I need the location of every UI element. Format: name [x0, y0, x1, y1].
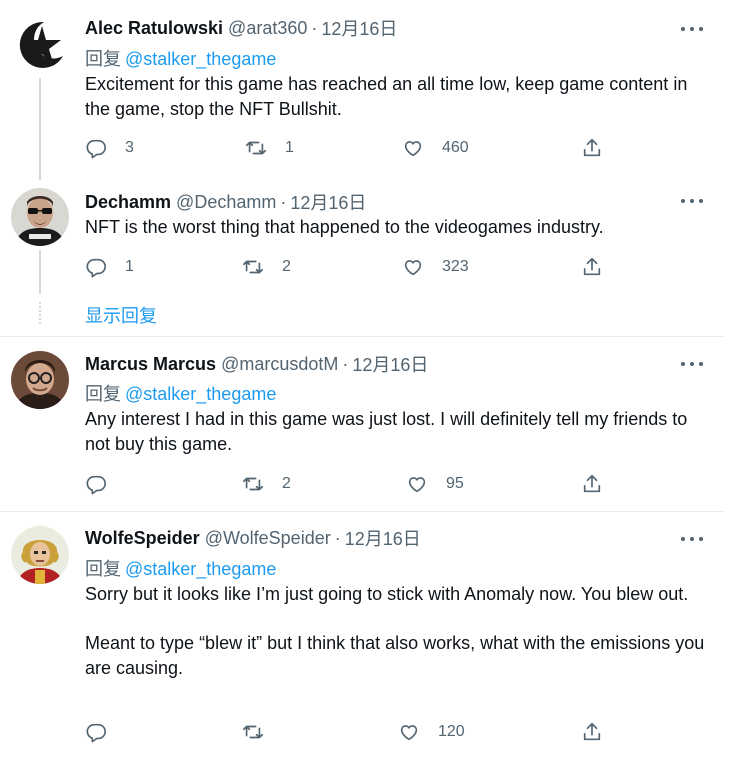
- tweet[interactable]: Dechamm @Dechamm · 12月16日 NFT is the wor…: [0, 178, 740, 334]
- retweet-count: 2: [282, 258, 291, 275]
- star-logo-icon: [11, 16, 69, 74]
- reply-count: 1: [125, 258, 134, 275]
- like-button[interactable]: 120: [398, 719, 465, 745]
- heart-icon: [404, 141, 422, 157]
- retweet-button[interactable]: [242, 719, 282, 745]
- retweet-count: 1: [285, 139, 294, 156]
- reply-button[interactable]: 3: [85, 135, 134, 161]
- tweet-actions: 2 95: [85, 471, 615, 497]
- reply-context: 回复 @stalker_thegame: [85, 380, 276, 406]
- author-name[interactable]: Marcus Marcus: [85, 354, 216, 375]
- reply-button[interactable]: 1: [85, 254, 134, 280]
- reply-icon: [86, 723, 106, 743]
- author-name[interactable]: Dechamm: [85, 192, 171, 213]
- like-count: 95: [446, 475, 464, 492]
- reply-icon: [86, 139, 106, 159]
- timestamp[interactable]: 12月16日: [321, 15, 397, 41]
- timestamp[interactable]: 12月16日: [290, 189, 366, 215]
- reply-icon: [86, 475, 106, 495]
- tweet-text: Sorry but it looks like I’m just going t…: [85, 582, 710, 680]
- tweet-actions: 120: [85, 719, 615, 745]
- avatar[interactable]: [11, 526, 69, 584]
- author-handle[interactable]: @marcusdotM: [221, 354, 338, 375]
- share-button[interactable]: [581, 135, 603, 161]
- tweet-paragraph: Any interest I had in this game was just…: [85, 409, 688, 454]
- share-icon: [583, 257, 601, 276]
- more-options-icon[interactable]: [681, 24, 703, 34]
- mention-link[interactable]: @stalker_thegame: [125, 559, 276, 579]
- share-icon: [583, 722, 601, 741]
- heart-icon: [404, 260, 422, 276]
- reply-prefix: 回复: [85, 384, 121, 404]
- like-count: 120: [438, 723, 465, 740]
- tweet-actions: 3 1 460: [85, 135, 615, 161]
- share-button[interactable]: [581, 719, 603, 745]
- more-options-icon[interactable]: [681, 359, 703, 369]
- retweet-icon: [243, 725, 263, 739]
- mention-link[interactable]: @stalker_thegame: [125, 49, 276, 69]
- pixel-character-icon: [11, 526, 69, 584]
- more-options-icon[interactable]: [681, 196, 703, 206]
- tweet[interactable]: WolfeSpeider @WolfeSpeider · 12月16日 回复 @s…: [0, 512, 740, 759]
- reply-context: 回复 @stalker_thegame: [85, 555, 276, 581]
- share-button[interactable]: [581, 254, 603, 280]
- more-options-icon[interactable]: [681, 534, 703, 544]
- tweet-paragraph: Sorry but it looks like I’m just going t…: [85, 584, 689, 604]
- author-name[interactable]: WolfeSpeider: [85, 528, 200, 549]
- timestamp[interactable]: 12月16日: [345, 525, 421, 551]
- avatar[interactable]: [11, 16, 69, 74]
- tweet-text: Excitement for this game has reached an …: [85, 72, 710, 121]
- sunglasses-man-icon: [11, 188, 69, 246]
- retweet-count: 2: [282, 475, 291, 492]
- retweet-button[interactable]: 1: [245, 135, 294, 161]
- like-button[interactable]: 323: [402, 254, 469, 280]
- reply-prefix: 回复: [85, 559, 121, 579]
- avatar[interactable]: [11, 188, 69, 246]
- tweet-paragraph: Excitement for this game has reached an …: [85, 74, 688, 119]
- share-icon: [583, 138, 601, 157]
- glasses-man-icon: [11, 351, 69, 409]
- reply-button[interactable]: [85, 471, 125, 497]
- heart-icon: [400, 725, 418, 741]
- reply-prefix: 回复: [85, 49, 121, 69]
- tweet-paragraph: Meant to type “blew it” but I think that…: [85, 633, 705, 678]
- tweet[interactable]: Alec Ratulowski @arat360 · 12月16日 回复 @sta…: [0, 0, 740, 178]
- tweet-paragraph: NFT is the worst thing that happened to …: [85, 217, 604, 237]
- separator-dot: ·: [311, 17, 318, 38]
- reply-icon: [86, 258, 106, 278]
- like-count: 460: [442, 139, 469, 156]
- tweet[interactable]: Marcus Marcus @marcusdotM · 12月16日 回复 @st…: [0, 337, 740, 511]
- retweet-button[interactable]: 2: [242, 254, 291, 280]
- retweet-button[interactable]: 2: [242, 471, 291, 497]
- retweet-icon: [243, 260, 263, 274]
- reply-button[interactable]: [85, 719, 125, 745]
- heart-icon: [408, 477, 426, 493]
- like-button[interactable]: 95: [406, 471, 464, 497]
- separator-dot: ·: [342, 353, 349, 374]
- tweet-text: Any interest I had in this game was just…: [85, 407, 710, 456]
- like-button[interactable]: 460: [402, 135, 469, 161]
- reply-count: 3: [125, 139, 134, 156]
- author-handle[interactable]: @WolfeSpeider: [205, 528, 331, 549]
- show-replies-link[interactable]: 显示回复: [85, 302, 157, 328]
- reply-context: 回复 @stalker_thegame: [85, 45, 276, 71]
- mention-link[interactable]: @stalker_thegame: [125, 384, 276, 404]
- separator-dot: ·: [334, 527, 341, 548]
- author-handle[interactable]: @arat360: [228, 18, 307, 39]
- retweet-icon: [246, 141, 266, 155]
- share-button[interactable]: [581, 471, 603, 497]
- tweet-actions: 1 2 323: [85, 254, 615, 280]
- author-handle[interactable]: @Dechamm: [176, 192, 276, 213]
- share-icon: [583, 474, 601, 493]
- avatar[interactable]: [11, 351, 69, 409]
- author-name[interactable]: Alec Ratulowski: [85, 18, 223, 39]
- like-count: 323: [442, 258, 469, 275]
- separator-dot: ·: [280, 191, 287, 212]
- tweet-text: NFT is the worst thing that happened to …: [85, 215, 710, 240]
- retweet-icon: [243, 477, 263, 491]
- timestamp[interactable]: 12月16日: [352, 351, 428, 377]
